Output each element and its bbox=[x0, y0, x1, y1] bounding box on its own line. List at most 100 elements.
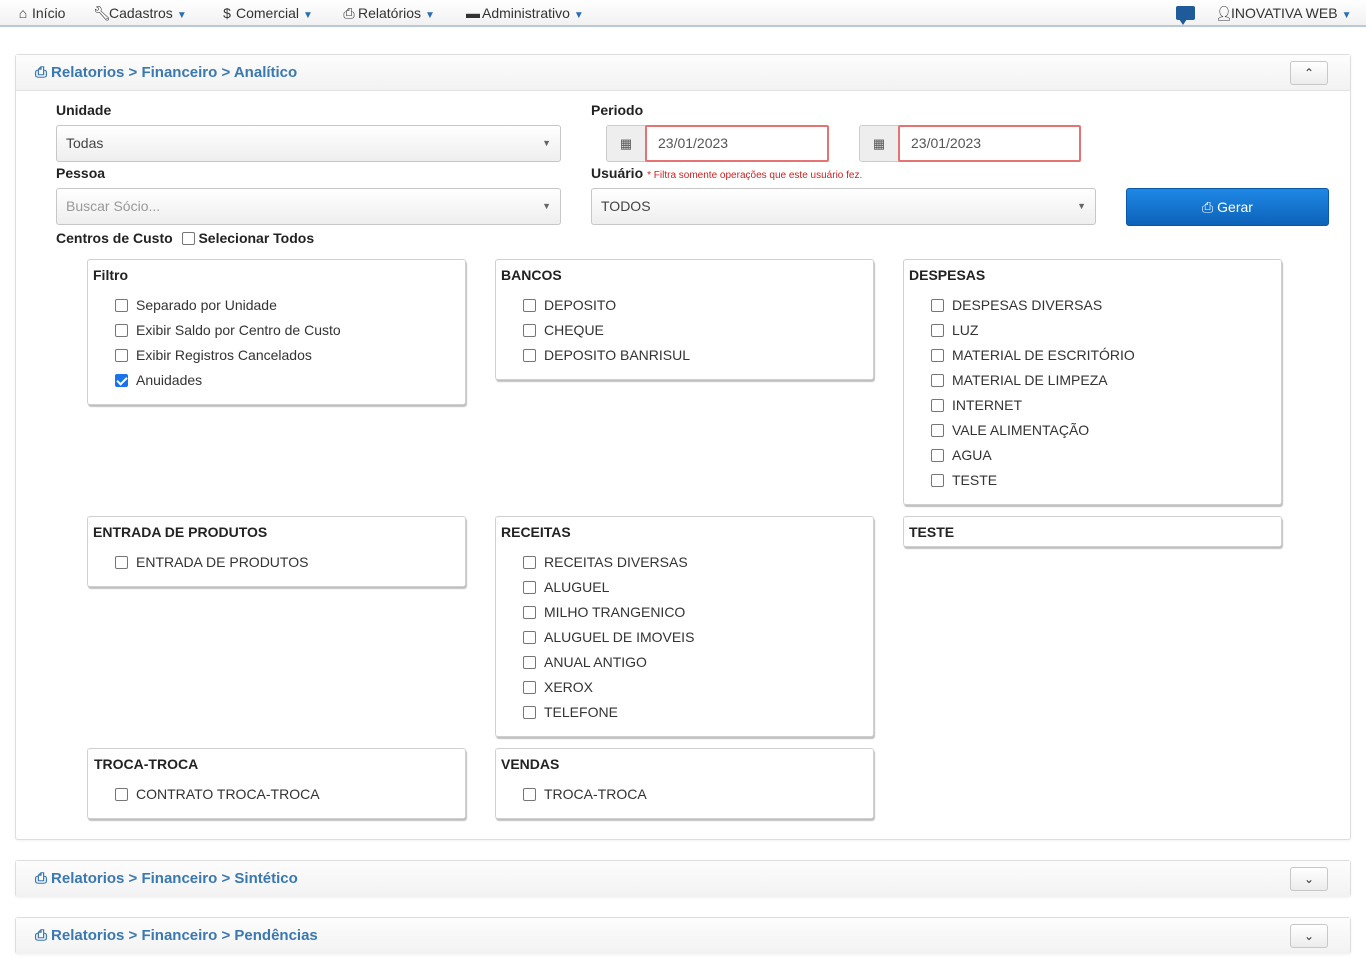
chat-icon[interactable] bbox=[1176, 6, 1195, 25]
selecionar-todos-checkbox[interactable] bbox=[181, 232, 195, 245]
nav-administrativo-label: Administrativo bbox=[482, 5, 570, 21]
checkbox-label: TESTE bbox=[952, 472, 998, 488]
checkbox-label: RECEITAS DIVERSAS bbox=[544, 554, 688, 570]
list-item[interactable]: ALUGUEL DE IMOVEIS bbox=[523, 628, 694, 653]
checkbox[interactable] bbox=[523, 581, 536, 594]
nav-relatorios[interactable]: ⎙ Relatórios ▼ bbox=[342, 0, 435, 27]
checkbox[interactable] bbox=[115, 299, 128, 312]
checkbox-label: DESPESAS DIVERSAS bbox=[952, 297, 1103, 313]
gerar-button[interactable]: ⎙ Gerar bbox=[1126, 188, 1329, 226]
list-item[interactable]: TELEFONE bbox=[523, 703, 694, 728]
checkbox[interactable] bbox=[523, 324, 536, 337]
pessoa-label: Pessoa bbox=[56, 165, 106, 181]
panel-analitico-header[interactable]: ⎙ Relatorios > Financeiro > Analítico ⌃ bbox=[16, 55, 1350, 91]
nav-inicio[interactable]: ⌂ Início bbox=[16, 0, 66, 27]
list-item[interactable]: CONTRATO TROCA-TROCA bbox=[115, 785, 320, 810]
nav-inicio-label: Início bbox=[32, 5, 66, 21]
checkbox[interactable] bbox=[931, 299, 944, 312]
checkbox[interactable] bbox=[523, 606, 536, 619]
checkbox[interactable] bbox=[931, 474, 944, 487]
checkbox[interactable] bbox=[931, 424, 944, 437]
print-icon: ⎙ bbox=[35, 870, 48, 887]
list-item[interactable]: MATERIAL DE LIMPEZA bbox=[931, 371, 1135, 396]
list-item[interactable]: Separado por Unidade bbox=[115, 296, 341, 321]
checkbox[interactable] bbox=[931, 349, 944, 362]
panel-sintetico[interactable]: ⎙ Relatorios > Financeiro > Sintético ⌄ bbox=[15, 860, 1351, 897]
list-item[interactable]: TROCA-TROCA bbox=[523, 785, 647, 810]
list-item[interactable]: ALUGUEL bbox=[523, 578, 694, 603]
chevron-up-icon: ⌃ bbox=[1303, 66, 1315, 80]
list-item[interactable]: INTERNET bbox=[931, 396, 1135, 421]
checkbox[interactable] bbox=[523, 631, 536, 644]
checkbox-label: ALUGUEL bbox=[544, 579, 610, 595]
nav-administrativo[interactable]: ▬ Administrativo ▼ bbox=[466, 0, 584, 27]
checkbox[interactable] bbox=[115, 556, 128, 569]
checkbox[interactable] bbox=[523, 656, 536, 669]
checkbox-label: Exibir Saldo por Centro de Custo bbox=[136, 322, 341, 338]
print-icon: ⎙ bbox=[35, 927, 48, 944]
list-item[interactable]: Exibir Registros Cancelados bbox=[115, 346, 341, 371]
list-item[interactable]: CHEQUE bbox=[523, 321, 690, 346]
list-item[interactable]: ENTRADA DE PRODUTOS bbox=[115, 553, 308, 578]
list-item[interactable]: XEROX bbox=[523, 678, 694, 703]
unidade-value: Todas bbox=[66, 135, 104, 151]
collapse-button[interactable]: ⌃ bbox=[1290, 61, 1328, 85]
unidade-select[interactable]: Todas ▼ bbox=[56, 125, 561, 162]
expand-button[interactable]: ⌄ bbox=[1290, 924, 1328, 948]
chevron-down-icon: ▼ bbox=[425, 10, 435, 21]
list-item[interactable]: MILHO TRANGENICO bbox=[523, 603, 694, 628]
checkbox-checked[interactable] bbox=[115, 374, 128, 387]
list-item[interactable]: DESPESAS DIVERSAS bbox=[931, 296, 1135, 321]
checkbox[interactable] bbox=[115, 788, 128, 801]
panel-pendencias-header[interactable]: ⎙ Relatorios > Financeiro > Pendências ⌄ bbox=[16, 918, 1350, 954]
nav-cadastros[interactable]: 🔧︎Cadastros ▼ bbox=[93, 0, 187, 27]
checkbox[interactable] bbox=[931, 324, 944, 337]
checkbox[interactable] bbox=[115, 324, 128, 337]
calendar-icon[interactable]: ▦ bbox=[859, 125, 899, 162]
date-end-input[interactable]: 23/01/2023 bbox=[898, 125, 1081, 162]
chevron-down-icon: ▼ bbox=[573, 10, 584, 21]
centros-de-custo-row: Centros de Custo Selecionar Todos bbox=[56, 230, 314, 246]
box-filtro-list: Separado por Unidade Exibir Saldo por Ce… bbox=[115, 296, 341, 396]
checkbox-label: VALE ALIMENTAÇÃO bbox=[952, 422, 1090, 438]
expand-button[interactable]: ⌄ bbox=[1290, 867, 1328, 891]
pessoa-select[interactable]: Buscar Sócio... ▼ bbox=[56, 188, 561, 225]
list-item[interactable]: DEPOSITO BANRISUL bbox=[523, 346, 690, 371]
box-bancos-title: BANCOS bbox=[501, 267, 562, 283]
checkbox[interactable] bbox=[931, 449, 944, 462]
panel-pendencias[interactable]: ⎙ Relatorios > Financeiro > Pendências ⌄ bbox=[15, 917, 1351, 954]
checkbox-label: MATERIAL DE ESCRITÓRIO bbox=[952, 347, 1135, 363]
nav-relatorios-label: Relatórios bbox=[358, 5, 422, 21]
checkbox[interactable] bbox=[523, 681, 536, 694]
list-item[interactable]: MATERIAL DE ESCRITÓRIO bbox=[931, 346, 1135, 371]
selecionar-todos-label[interactable]: Selecionar Todos bbox=[198, 230, 314, 246]
list-item[interactable]: TESTE bbox=[931, 471, 1135, 496]
checkbox[interactable] bbox=[523, 706, 536, 719]
checkbox[interactable] bbox=[523, 349, 536, 362]
list-item[interactable]: VALE ALIMENTAÇÃO bbox=[931, 421, 1135, 446]
checkbox-label: Anuidades bbox=[136, 372, 203, 388]
checkbox[interactable] bbox=[931, 374, 944, 387]
list-item[interactable]: Exibir Saldo por Centro de Custo bbox=[115, 321, 341, 346]
list-item[interactable]: RECEITAS DIVERSAS bbox=[523, 553, 694, 578]
list-item[interactable]: DEPOSITO bbox=[523, 296, 690, 321]
list-item[interactable]: ANUAL ANTIGO bbox=[523, 653, 694, 678]
checkbox-label: Separado por Unidade bbox=[136, 297, 277, 313]
checkbox[interactable] bbox=[523, 299, 536, 312]
usuario-select[interactable]: TODOS ▼ bbox=[591, 188, 1096, 225]
list-item[interactable]: LUZ bbox=[931, 321, 1135, 346]
checkbox[interactable] bbox=[523, 556, 536, 569]
date-start-input[interactable]: 23/01/2023 bbox=[645, 125, 829, 162]
box-vendas: VENDAS TROCA-TROCA bbox=[495, 748, 874, 819]
nav-comercial[interactable]: $ Comercial ▼ bbox=[220, 0, 313, 27]
user-menu[interactable]: 👤︎INOVATIVA WEB ▼ bbox=[1215, 0, 1351, 27]
calendar-icon[interactable]: ▦ bbox=[606, 125, 646, 162]
list-item[interactable]: AGUA bbox=[931, 446, 1135, 471]
panel-sintetico-header[interactable]: ⎙ Relatorios > Financeiro > Sintético ⌄ bbox=[16, 861, 1350, 897]
checkbox-label: CONTRATO TROCA-TROCA bbox=[136, 786, 320, 802]
checkbox[interactable] bbox=[931, 399, 944, 412]
list-item[interactable]: Anuidades bbox=[115, 371, 341, 396]
checkbox[interactable] bbox=[523, 788, 536, 801]
checkbox[interactable] bbox=[115, 349, 128, 362]
panel-pendencias-title: ⎙ Relatorios > Financeiro > Pendências bbox=[35, 918, 318, 954]
